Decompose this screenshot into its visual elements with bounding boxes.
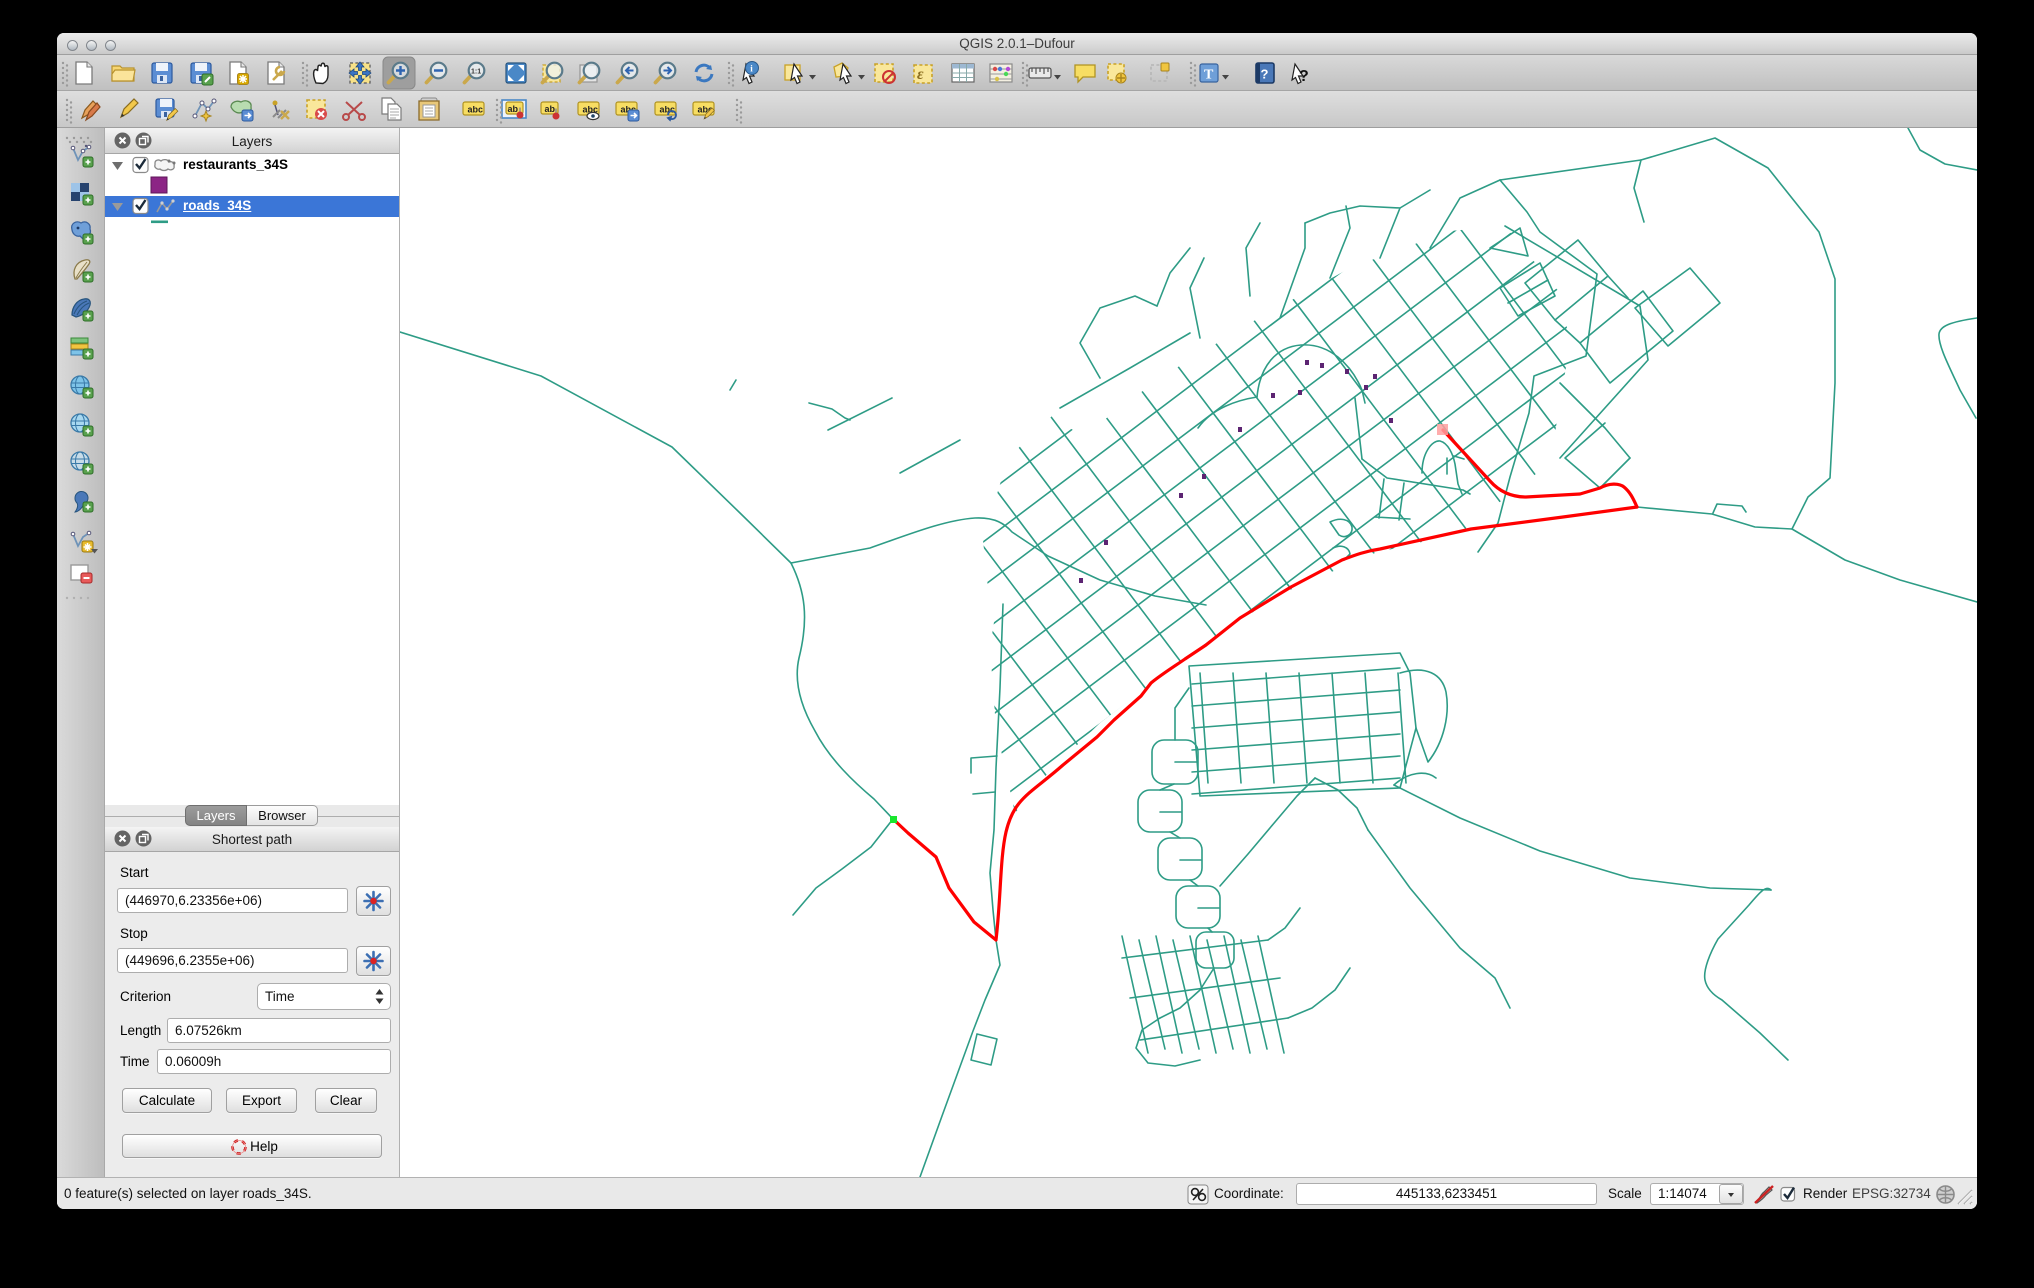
- svg-text:?: ?: [1299, 68, 1309, 85]
- svg-text:1:1: 1:1: [471, 69, 481, 76]
- svg-text:?: ?: [1261, 67, 1269, 82]
- svg-text:ab: ab: [545, 104, 556, 114]
- svg-text:abc: abc: [660, 105, 676, 115]
- svg-text:abc: abc: [468, 105, 484, 115]
- svg-text:ab: ab: [508, 104, 519, 114]
- svg-text:ε: ε: [917, 66, 924, 83]
- svg-text:T: T: [1204, 68, 1214, 83]
